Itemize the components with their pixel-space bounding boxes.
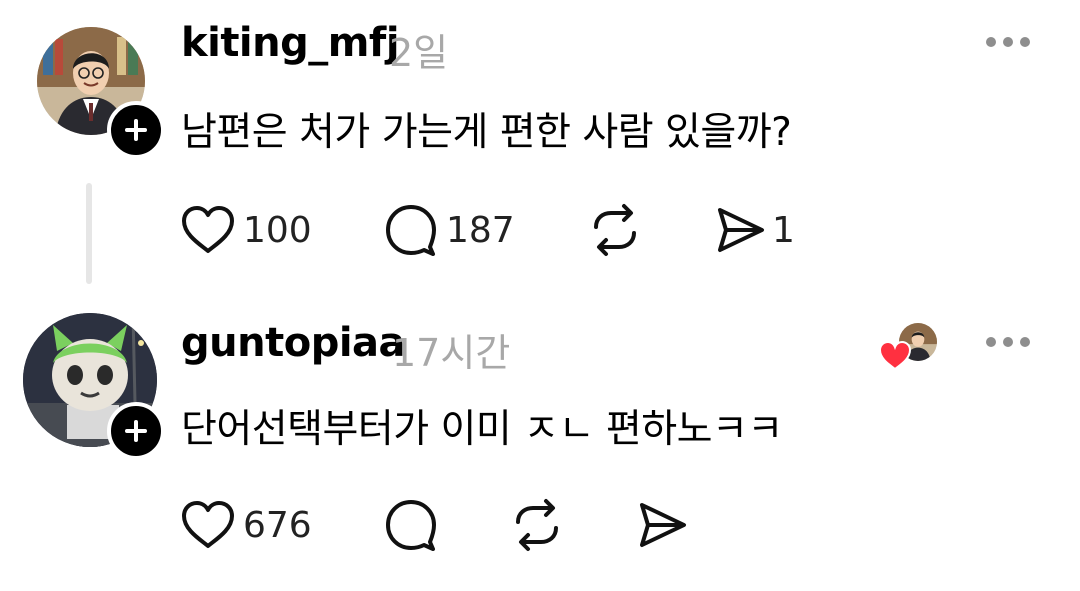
- author-liked-badge: [879, 323, 941, 375]
- comment-icon: [386, 500, 436, 551]
- post-text: 남편은 처가 가는게 편한 사람 있을까?: [181, 110, 792, 155]
- dot: [1020, 37, 1030, 47]
- heart-icon: [879, 341, 911, 371]
- plus-icon: [125, 420, 147, 442]
- share-icon: [718, 208, 764, 252]
- username[interactable]: kiting_mfj: [181, 20, 400, 66]
- comment-button[interactable]: 187: [384, 200, 515, 260]
- follow-button[interactable]: [107, 101, 165, 159]
- dot: [986, 37, 996, 47]
- more-icon[interactable]: [986, 37, 1030, 49]
- thread-line: [86, 183, 92, 284]
- post-time: 2일: [389, 31, 449, 75]
- like-count: 676: [243, 504, 312, 546]
- like-button[interactable]: 676: [181, 495, 312, 555]
- like-button[interactable]: 100: [181, 200, 312, 260]
- dot: [1003, 37, 1013, 47]
- share-button[interactable]: 1: [714, 200, 795, 260]
- follow-button[interactable]: [107, 402, 165, 460]
- like-count: 100: [243, 209, 312, 251]
- post-kiting_mfj: kiting_mfj 2일 남편은 처가 가는게 편한 사람 있을까? 100 …: [0, 0, 1080, 295]
- comment-icon: [386, 205, 436, 256]
- repost-button[interactable]: [588, 200, 642, 260]
- heart-icon: [182, 501, 234, 548]
- heart-icon: [182, 206, 234, 253]
- dot: [986, 337, 996, 347]
- comment-button[interactable]: [384, 495, 438, 555]
- more-icon[interactable]: [986, 337, 1030, 349]
- username[interactable]: guntopiaa: [181, 320, 406, 366]
- repost-button[interactable]: [510, 495, 564, 555]
- post-time: 17시간: [392, 331, 511, 375]
- post-text: 단어선택부터가 이미 ㅈㄴ 편하노ㅋㅋ: [181, 407, 783, 452]
- share-count: 1: [772, 209, 795, 251]
- comment-count: 187: [446, 209, 515, 251]
- repost-icon: [516, 499, 558, 551]
- dot: [1020, 337, 1030, 347]
- plus-icon: [125, 119, 147, 141]
- share-button[interactable]: [636, 495, 688, 555]
- repost-icon: [594, 204, 636, 256]
- dot: [1003, 337, 1013, 347]
- share-icon: [640, 503, 686, 547]
